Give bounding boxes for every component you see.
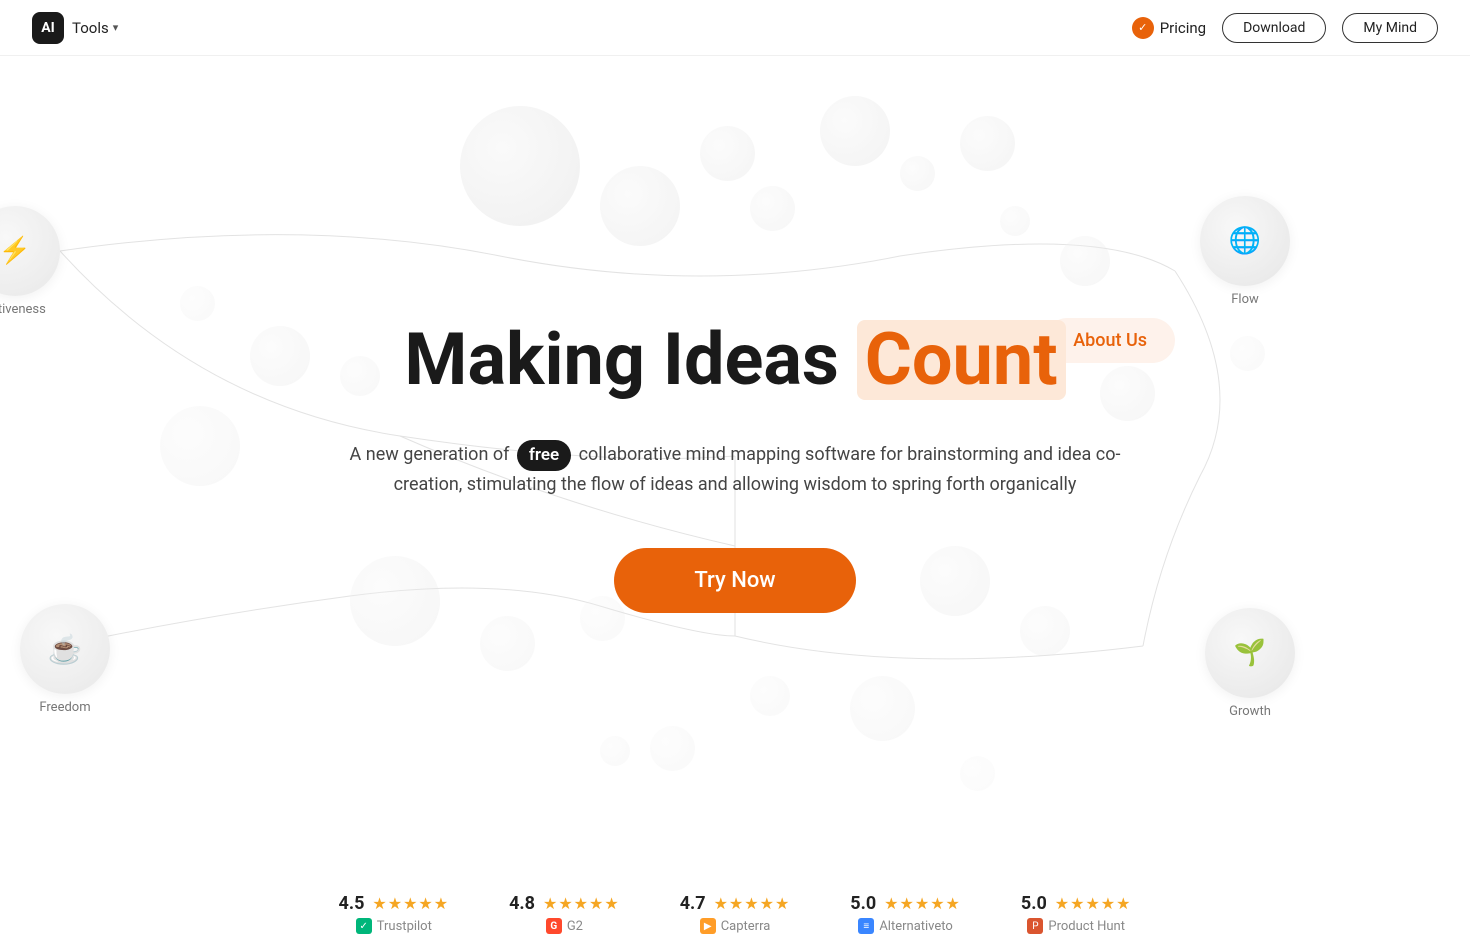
rating-item: 5.0 ★★★★★ P Product Hunt xyxy=(1021,893,1132,934)
rating-source: P Product Hunt xyxy=(1027,918,1125,934)
source-name: Alternativeto xyxy=(879,919,953,934)
try-now-button[interactable]: Try Now xyxy=(614,548,855,613)
freedom-icon: ☕ xyxy=(48,633,83,666)
rating-stars: ★★★★★ xyxy=(884,894,961,913)
hero-title-part1: Making Ideas xyxy=(404,317,856,402)
rating-stars: ★★★★★ xyxy=(372,894,449,913)
freedom-item: ☕ Freedom xyxy=(20,604,110,715)
rating-item: 5.0 ★★★★★ ≡ Alternativeto xyxy=(850,893,961,934)
hero-title-orange: Count xyxy=(865,317,1058,402)
flow-circle: 🌐 xyxy=(1200,196,1290,286)
hero-subtitle: A new generation of free collaborative m… xyxy=(345,440,1125,500)
nav-right: ✓ Pricing Download My Mind xyxy=(1132,13,1438,43)
rating-stars: ★★★★★ xyxy=(714,894,791,913)
rating-item: 4.5 ★★★★★ ✓ Trustpilot xyxy=(339,893,450,934)
pricing-icon: ✓ xyxy=(1132,17,1154,39)
rating-item: 4.8 ★★★★★ G G2 xyxy=(509,893,620,934)
rating-source: ✓ Trustpilot xyxy=(356,918,432,934)
rating-top: 4.5 ★★★★★ xyxy=(339,893,450,914)
rating-score: 5.0 xyxy=(1021,893,1047,914)
freedom-label: Freedom xyxy=(39,700,90,715)
tools-button[interactable]: Tools ▾ xyxy=(72,19,118,37)
rating-top: 5.0 ★★★★★ xyxy=(1021,893,1132,914)
source-name: Capterra xyxy=(721,919,771,934)
source-name: Product Hunt xyxy=(1048,919,1125,934)
ratings-bar xyxy=(0,847,1470,877)
pricing-link[interactable]: ✓ Pricing xyxy=(1132,17,1206,39)
flow-label: Flow xyxy=(1231,292,1259,307)
rating-top: 4.7 ★★★★★ xyxy=(680,893,791,914)
logo-icon: AI xyxy=(32,12,64,44)
pricing-label: Pricing xyxy=(1160,19,1206,37)
free-badge: free xyxy=(517,440,571,471)
mymind-button[interactable]: My Mind xyxy=(1342,13,1438,43)
hero-section: ⚡ ectiveness 🌐 Flow About Us 🌱 Growth ☕ … xyxy=(0,56,1470,877)
growth-label: Growth xyxy=(1229,704,1271,719)
effectiveness-label: ectiveness xyxy=(0,302,46,317)
source-icon: G xyxy=(546,918,562,934)
tools-label: Tools xyxy=(72,19,109,37)
rating-source: ≡ Alternativeto xyxy=(858,918,953,934)
rating-score: 4.7 xyxy=(680,893,706,914)
freedom-circle: ☕ xyxy=(20,604,110,694)
growth-circle: 🌱 xyxy=(1205,608,1295,698)
subtitle-before-free: A new generation of xyxy=(350,444,514,465)
source-icon: ✓ xyxy=(356,918,372,934)
hero-content: Making Ideas Count A new generation of f… xyxy=(305,320,1165,612)
source-name: G2 xyxy=(567,919,583,934)
rating-score: 4.5 xyxy=(339,893,365,914)
rating-score: 5.0 xyxy=(850,893,876,914)
nav-left: AI Tools ▾ xyxy=(32,12,118,44)
download-button[interactable]: Download xyxy=(1222,13,1326,43)
navbar: AI Tools ▾ ✓ Pricing Download My Mind xyxy=(0,0,1470,56)
chevron-down-icon: ▾ xyxy=(113,21,119,34)
rating-source: G G2 xyxy=(546,918,583,934)
hero-title: Making Ideas Count xyxy=(345,320,1125,399)
source-name: Trustpilot xyxy=(377,919,432,934)
source-icon: ≡ xyxy=(858,918,874,934)
rating-stars: ★★★★★ xyxy=(543,894,620,913)
growth-item: 🌱 Growth xyxy=(1205,608,1295,719)
rating-top: 5.0 ★★★★★ xyxy=(850,893,961,914)
source-icon: P xyxy=(1027,918,1043,934)
source-icon: ▶ xyxy=(700,918,716,934)
rating-item: 4.7 ★★★★★ ▶ Capterra xyxy=(680,893,791,934)
rating-top: 4.8 ★★★★★ xyxy=(509,893,620,914)
flow-item: 🌐 Flow xyxy=(1200,196,1290,307)
effectiveness-item: ⚡ ectiveness xyxy=(0,206,60,317)
rating-score: 4.8 xyxy=(509,893,535,914)
effectiveness-circle: ⚡ xyxy=(0,206,60,296)
rating-stars: ★★★★★ xyxy=(1055,894,1132,913)
rating-source: ▶ Capterra xyxy=(700,918,771,934)
